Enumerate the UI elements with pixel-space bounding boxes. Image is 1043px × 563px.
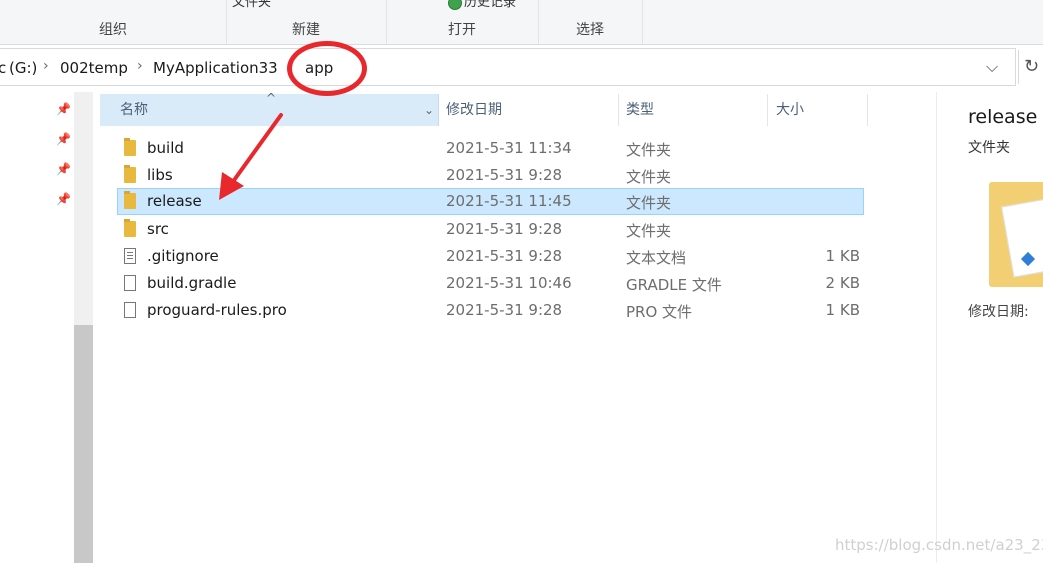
file-name: src: [147, 220, 169, 238]
annotation-circle: [287, 41, 367, 96]
file-name: libs: [147, 166, 173, 184]
refresh-button[interactable]: ↻: [1018, 50, 1043, 84]
file-type: 文件夹: [626, 168, 672, 186]
ribbon: 组织 文件夹 新建 历史记录 打开 选择: [0, 0, 1043, 45]
sort-ascending-icon: ^: [266, 91, 277, 105]
column-size-label: 大小: [776, 102, 804, 118]
pin-icon[interactable]: 📌: [56, 132, 71, 146]
chevron-right-icon[interactable]: ›: [43, 58, 49, 74]
history-label: 历史记录: [464, 0, 517, 10]
history-icon: [448, 0, 462, 10]
column-type-label: 类型: [626, 102, 654, 118]
file-row-selected[interactable]: release 2021-5-31 11:45 文件夹: [117, 188, 864, 215]
details-type: 文件夹: [968, 140, 1010, 156]
column-header-date[interactable]: 修改日期: [440, 94, 619, 126]
file-row[interactable]: build.gradle 2021-5-31 10:46 GRADLE 文件 2…: [117, 270, 864, 297]
address-row: c (G:) › 002temp › MyApplication33 › app…: [0, 48, 1043, 88]
file-type: 文件夹: [626, 194, 672, 212]
address-bar[interactable]: c (G:) › 002temp › MyApplication33 › app…: [0, 48, 1016, 86]
file-type: 文件夹: [626, 141, 672, 159]
column-header-type[interactable]: 类型: [620, 94, 768, 126]
text-file-icon: [124, 248, 136, 264]
ribbon-group-open[interactable]: 历史记录 打开: [386, 0, 539, 44]
file-date: 2021-5-31 11:45: [446, 192, 572, 210]
file-name: .gitignore: [147, 247, 219, 265]
folder-icon: [124, 138, 136, 156]
file-type: GRADLE 文件: [626, 276, 722, 294]
file-row[interactable]: build 2021-5-31 11:34 文件夹: [117, 135, 864, 162]
file-row[interactable]: src 2021-5-31 9:28 文件夹: [117, 216, 864, 243]
ribbon-group-label: 新建: [292, 22, 320, 38]
folder-icon: [124, 165, 136, 183]
file-icon: [124, 302, 136, 318]
column-date-label: 修改日期: [446, 102, 502, 118]
file-date: 2021-5-31 9:28: [446, 247, 563, 265]
file-row[interactable]: libs 2021-5-31 9:28 文件夹: [117, 162, 864, 189]
breadcrumb-myapplication33[interactable]: MyApplication33: [153, 59, 278, 77]
ribbon-group-label: 选择: [576, 22, 604, 38]
column-name-label: 名称: [120, 102, 148, 118]
file-row[interactable]: proguard-rules.pro 2021-5-31 9:28 PRO 文件…: [117, 297, 864, 324]
file-icon: [124, 275, 136, 291]
file-date: 2021-5-31 11:34: [446, 139, 572, 157]
history-button[interactable]: 历史记录: [448, 0, 516, 10]
file-date: 2021-5-31 9:28: [446, 301, 563, 319]
ribbon-group-organize[interactable]: 组织: [0, 0, 227, 44]
chevron-right-icon[interactable]: ›: [137, 58, 143, 74]
column-header-name[interactable]: ^ 名称 ⌄: [100, 91, 439, 126]
file-date: 2021-5-31 10:46: [446, 274, 572, 292]
folder-preview-icon: [989, 182, 1043, 287]
file-type: PRO 文件: [626, 303, 693, 321]
details-title: release: [968, 106, 1038, 128]
breadcrumb-drive[interactable]: (G:): [9, 59, 37, 77]
chevron-down-icon[interactable]: ⌄: [424, 94, 434, 126]
ribbon-group-label: 组织: [99, 22, 127, 38]
folder-icon: [124, 191, 136, 209]
pin-icon[interactable]: 📌: [56, 162, 71, 176]
breadcrumb-002temp[interactable]: 002temp: [60, 59, 128, 77]
file-date: 2021-5-31 9:28: [446, 220, 563, 238]
refresh-icon: ↻: [1023, 56, 1040, 77]
folder-icon: [124, 219, 136, 237]
file-size: 2 KB: [825, 274, 860, 292]
file-row[interactable]: .gitignore 2021-5-31 9:28 文本文档 1 KB: [117, 243, 864, 270]
details-pane: release 文件夹 修改日期:: [936, 92, 1043, 563]
file-date: 2021-5-31 9:28: [446, 166, 563, 184]
ribbon-group-select[interactable]: 选择: [538, 0, 643, 44]
file-type: 文件夹: [626, 222, 672, 240]
file-name: build.gradle: [147, 274, 237, 292]
nav-scrollbar-thumb[interactable]: [74, 325, 93, 563]
ribbon-group-new[interactable]: 文件夹 新建: [226, 0, 387, 44]
file-size: 1 KB: [825, 247, 860, 265]
new-folder-label[interactable]: 文件夹: [232, 0, 271, 10]
file-name: release: [147, 192, 202, 210]
file-type: 文本文档: [626, 249, 687, 267]
breadcrumb-partial: c: [0, 59, 7, 77]
pin-icon[interactable]: 📌: [56, 102, 71, 116]
chevron-down-icon[interactable]: ⌵: [986, 57, 998, 77]
pin-icon[interactable]: 📌: [56, 192, 71, 206]
watermark: https://blog.csdn.net/a23_23: [835, 536, 1043, 554]
file-name: proguard-rules.pro: [147, 301, 287, 319]
file-name: build: [147, 139, 184, 157]
column-header-size[interactable]: 大小: [769, 94, 868, 126]
ribbon-group-label: 打开: [448, 22, 476, 38]
file-size: 1 KB: [825, 301, 860, 319]
details-modified-label: 修改日期:: [968, 304, 1029, 320]
